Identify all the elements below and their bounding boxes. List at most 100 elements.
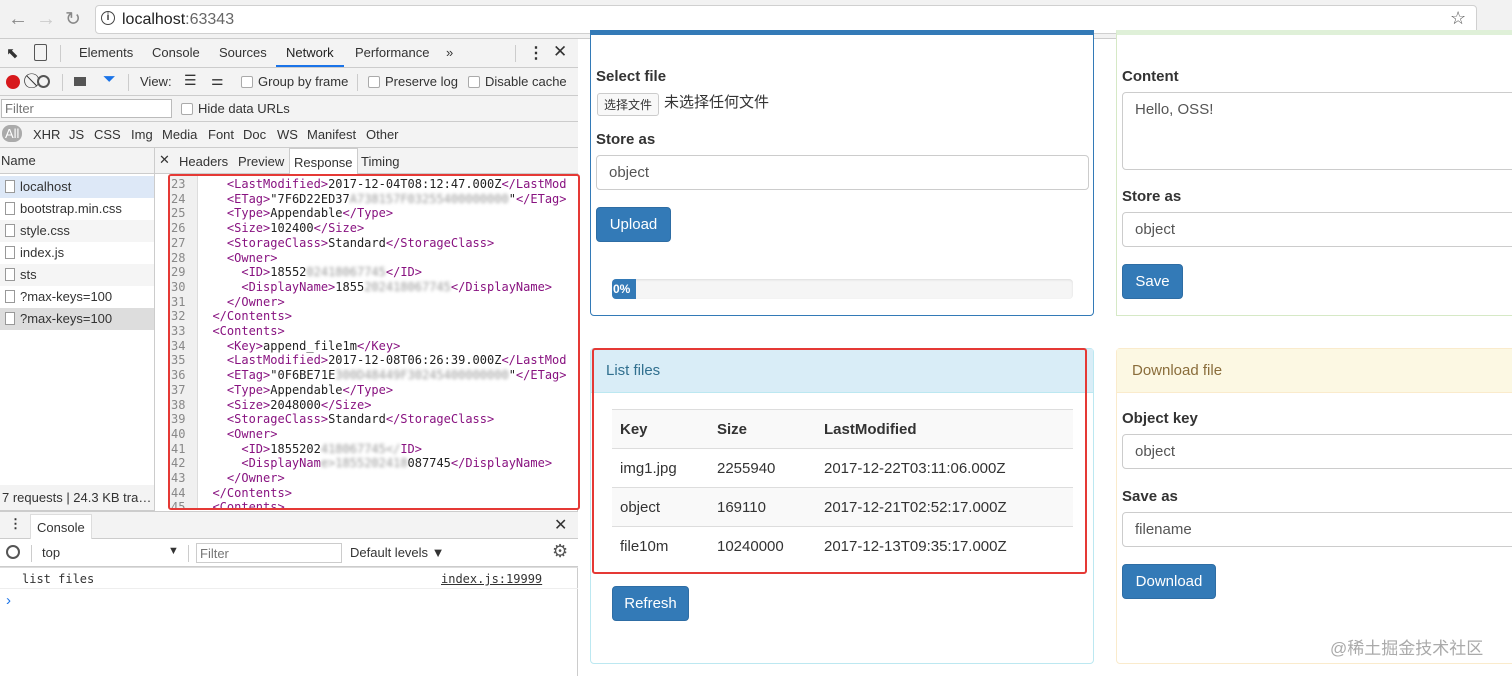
clear-console-icon[interactable]: [6, 545, 20, 559]
xml-tag: <ID>: [241, 441, 271, 456]
xml-tag: </Type>: [342, 206, 394, 221]
arrow-right-icon[interactable]: →: [36, 8, 56, 31]
type-filter-other[interactable]: Other: [366, 127, 399, 142]
code-line: 45 <Contents>: [170, 500, 285, 508]
request-row[interactable]: ?max-keys=100: [0, 286, 154, 308]
log-levels-select[interactable]: Default levels ▼: [350, 545, 445, 560]
request-name: style.css: [20, 223, 70, 238]
console-source-link[interactable]: index.js:19999: [441, 572, 542, 586]
type-filter-css[interactable]: CSS: [94, 127, 121, 142]
detail-tabs: ✕ Headers Preview Response Timing: [155, 148, 578, 174]
refresh-button[interactable]: Refresh: [612, 586, 689, 621]
tab-performance[interactable]: Performance: [355, 45, 429, 60]
close-detail-icon[interactable]: ✕: [159, 152, 170, 168]
xml-tag: </DisplayName>: [450, 279, 553, 294]
line-number: 34: [171, 338, 186, 353]
redacted-text: 02418067745: [306, 265, 386, 280]
disable-cache-checkbox[interactable]: Disable cache: [468, 74, 567, 89]
type-filter-font[interactable]: Font: [208, 127, 234, 142]
kebab-menu-icon[interactable]: ⋮: [528, 43, 544, 63]
document-icon: [5, 268, 15, 281]
response-body[interactable]: 23 <LastModified>2017-12-04T08:12:47.000…: [168, 174, 580, 510]
line-number: 35: [171, 353, 186, 368]
xml-tag: <DisplayName>: [241, 279, 336, 294]
tab-elements[interactable]: Elements: [79, 45, 133, 60]
tab-sources[interactable]: Sources: [219, 45, 267, 60]
code-line: 33 <Contents>: [170, 324, 285, 339]
save-button[interactable]: Save: [1122, 264, 1183, 299]
choose-file-button[interactable]: 选择文件: [597, 93, 660, 116]
tab-headers[interactable]: Headers: [179, 154, 228, 169]
code-line: 43 </Owner>: [170, 471, 285, 486]
tab-console[interactable]: Console: [152, 45, 200, 60]
context-select[interactable]: top: [42, 545, 60, 560]
xml-text: ": [508, 368, 516, 383]
info-icon[interactable]: i: [101, 11, 115, 25]
large-rows-icon[interactable]: ☰: [184, 72, 197, 89]
request-row[interactable]: style.css: [0, 220, 154, 242]
tab-network[interactable]: Network: [286, 45, 334, 60]
xml-tag: </LastMod: [501, 353, 567, 368]
drawer-menu-icon[interactable]: ⋮: [9, 516, 22, 532]
save-store-as-input[interactable]: object: [1122, 212, 1512, 247]
preserve-log-checkbox[interactable]: Preserve log: [368, 74, 458, 89]
chevron-down-icon[interactable]: ▼: [168, 545, 179, 557]
reload-icon[interactable]: ↻: [65, 8, 81, 31]
line-number: 30: [171, 279, 186, 294]
type-filter-ws[interactable]: WS: [277, 127, 298, 142]
object-key-input[interactable]: object: [1122, 434, 1512, 469]
console-prompt[interactable]: ›: [6, 592, 11, 609]
arrow-left-icon[interactable]: ←: [8, 8, 28, 31]
tab-preview[interactable]: Preview: [238, 154, 284, 169]
close-icon[interactable]: ✕: [553, 42, 567, 62]
download-heading: Download file: [1117, 349, 1512, 393]
xml-tag: </DisplayName>: [450, 456, 553, 471]
gear-icon[interactable]: ⚙: [552, 541, 568, 562]
network-filter-input[interactable]: [1, 99, 172, 118]
tab-timing[interactable]: Timing: [361, 154, 400, 169]
upload-store-as-input[interactable]: object: [596, 155, 1089, 190]
content-textarea[interactable]: Hello, OSS!: [1122, 92, 1512, 170]
request-row[interactable]: ?max-keys=100: [0, 308, 154, 330]
hide-data-urls-checkbox[interactable]: Hide data URLs: [181, 101, 290, 116]
type-filter-manifest[interactable]: Manifest: [307, 127, 356, 142]
record-icon[interactable]: [6, 75, 20, 89]
xml-tag: <Type>: [226, 206, 271, 221]
upload-button[interactable]: Upload: [596, 207, 671, 242]
save-as-input[interactable]: filename: [1122, 512, 1512, 547]
request-row[interactable]: bootstrap.min.css: [0, 198, 154, 220]
request-row[interactable]: index.js: [0, 242, 154, 264]
star-icon[interactable]: ☆: [1450, 8, 1466, 29]
request-row[interactable]: sts: [0, 264, 154, 286]
download-button[interactable]: Download: [1122, 564, 1216, 599]
close-drawer-icon[interactable]: ✕: [554, 515, 567, 535]
line-number: 37: [171, 382, 186, 397]
more-tabs-button[interactable]: »: [446, 45, 453, 60]
drawer-tab-console[interactable]: Console: [30, 514, 92, 540]
type-filter-js[interactable]: JS: [69, 127, 84, 142]
redacted-text: 202418067745: [364, 279, 451, 294]
tab-response[interactable]: Response: [289, 148, 358, 174]
filter-row: Hide data URLs: [0, 96, 578, 122]
device-toggle-icon[interactable]: [34, 44, 47, 61]
console-filter-input[interactable]: [196, 543, 342, 563]
type-filter-doc[interactable]: Doc: [243, 127, 266, 142]
type-filter-xhr[interactable]: XHR: [33, 127, 60, 142]
waterfall-icon[interactable]: ⚌: [211, 72, 224, 89]
name-column-header[interactable]: Name: [0, 148, 154, 174]
group-by-frame-checkbox[interactable]: Group by frame: [241, 74, 348, 89]
inspect-icon[interactable]: ⬉: [6, 44, 19, 62]
xml-tag: </StorageClass>: [385, 412, 495, 427]
screenshot-camera-icon[interactable]: [74, 77, 86, 86]
type-filter-img[interactable]: Img: [131, 127, 153, 142]
type-filter-media[interactable]: Media: [162, 127, 197, 142]
request-row[interactable]: localhost: [0, 176, 154, 198]
type-filter-all[interactable]: All: [2, 125, 23, 142]
filter-funnel-icon[interactable]: ⏷: [103, 71, 116, 89]
